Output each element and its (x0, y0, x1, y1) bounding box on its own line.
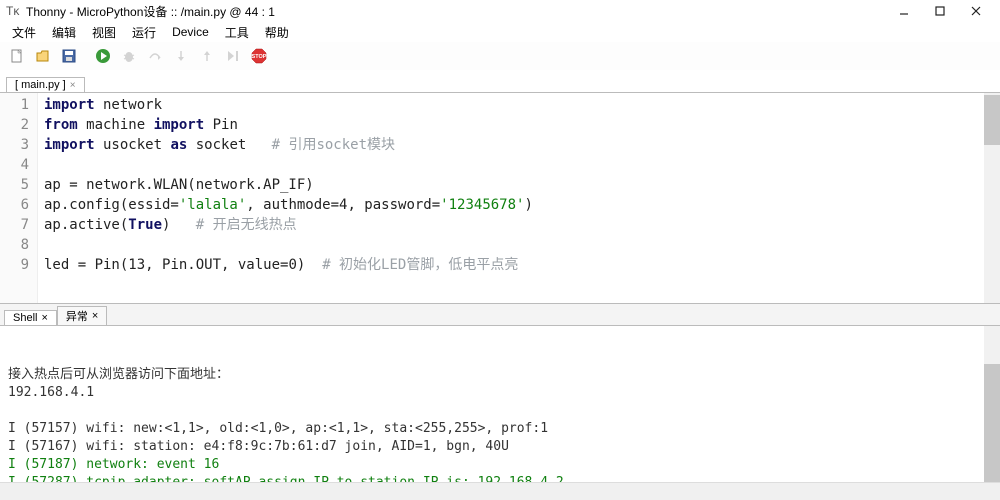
line-gutter: 123456789 (0, 93, 38, 303)
panel-tab[interactable]: Shell × (4, 310, 57, 325)
titlebar: Tᴋ Thonny - MicroPython设备 :: /main.py @ … (0, 0, 1000, 22)
tab-label: [ main.py ] (15, 79, 66, 91)
shell-line: I (57157) wifi: new:<1,1>, old:<1,0>, ap… (8, 420, 992, 438)
menubar: 文件编辑视图运行Device工具帮助 (0, 22, 1000, 42)
menu-item[interactable]: 文件 (6, 23, 42, 42)
stop-icon[interactable]: STOP (250, 47, 268, 65)
step-over-icon[interactable] (146, 47, 164, 65)
toolbar: STOP (0, 42, 1000, 70)
step-into-icon[interactable] (172, 47, 190, 65)
shell-line: 接入热点后可从浏览器访问下面地址： (8, 366, 992, 384)
shell-line: I (57187) network: event 16 (8, 456, 992, 474)
run-icon[interactable] (94, 47, 112, 65)
shell-scrollbar[interactable] (984, 326, 1000, 482)
panel-tab[interactable]: 异常 × (57, 306, 107, 325)
code-editor[interactable]: import networkfrom machine import Pinimp… (38, 93, 1000, 303)
open-file-icon[interactable] (34, 47, 52, 65)
menu-item[interactable]: 编辑 (46, 23, 82, 42)
window-controls (886, 0, 994, 22)
resume-icon[interactable] (224, 47, 242, 65)
close-icon[interactable]: × (70, 80, 76, 91)
app-icon: Tᴋ (6, 4, 20, 18)
step-out-icon[interactable] (198, 47, 216, 65)
bottom-tabbar: Shell × 异常 × (0, 304, 1000, 326)
editor-tabbar: [ main.py ] × (0, 70, 1000, 92)
shell-line: I (57167) wifi: station: e4:f8:9c:7b:61:… (8, 438, 992, 456)
debug-icon[interactable] (120, 47, 138, 65)
svg-text:STOP: STOP (252, 54, 267, 60)
editor-pane: 123456789 import networkfrom machine imp… (0, 92, 1000, 304)
scrollbar-thumb[interactable] (984, 95, 1000, 145)
scrollbar-thumb[interactable] (984, 364, 1000, 482)
window-title: Thonny - MicroPython设备 :: /main.py @ 44 … (26, 3, 886, 20)
close-icon[interactable]: × (41, 312, 47, 324)
editor-tab[interactable]: [ main.py ] × (6, 77, 85, 92)
close-icon[interactable]: × (92, 310, 98, 322)
menu-item[interactable]: Device (166, 24, 215, 40)
editor-scrollbar[interactable] (984, 93, 1000, 303)
menu-item[interactable]: 运行 (126, 23, 162, 42)
maximize-button[interactable] (922, 0, 958, 22)
menu-item[interactable]: 帮助 (259, 23, 295, 42)
menu-item[interactable]: 工具 (219, 23, 255, 42)
shell-line: I (57287) tcpip_adapter: softAP assign I… (8, 474, 992, 482)
close-button[interactable] (958, 0, 994, 22)
tab-label: Shell (13, 312, 37, 324)
menu-item[interactable]: 视图 (86, 23, 122, 42)
save-file-icon[interactable] (60, 47, 78, 65)
shell-line: 192.168.4.1 (8, 384, 992, 402)
new-file-icon[interactable] (8, 47, 26, 65)
shell-line (8, 402, 992, 420)
statusbar (0, 482, 1000, 500)
minimize-button[interactable] (886, 0, 922, 22)
shell-pane[interactable]: 接入热点后可从浏览器访问下面地址：192.168.4.1 I (57157) w… (0, 326, 1000, 482)
tab-label: 异常 (66, 308, 88, 324)
